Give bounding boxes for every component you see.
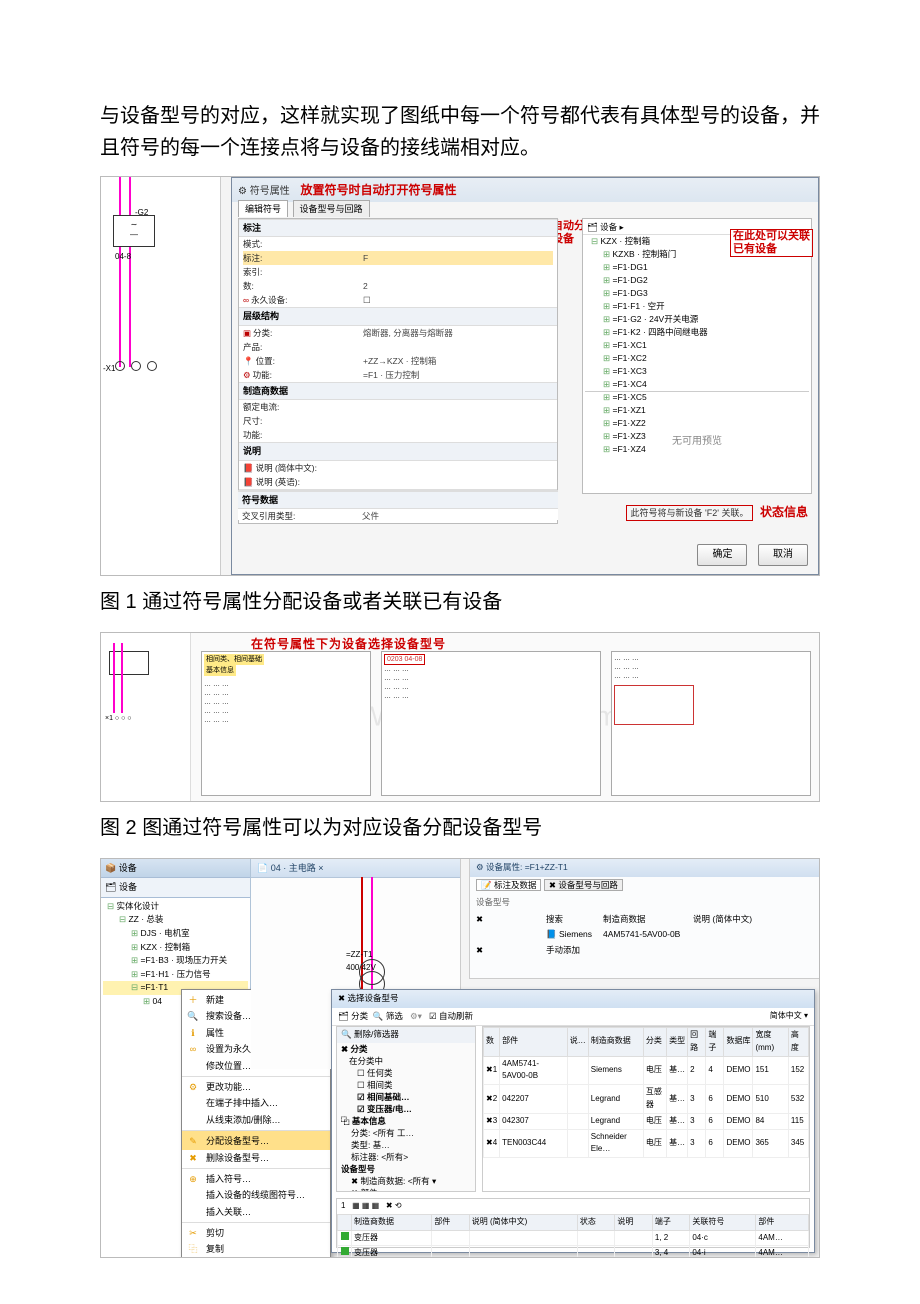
tree-item[interactable]: =F1·DG2 (583, 274, 811, 287)
dialog-title-row: ⚙ 符号属性 放置符号时自动打开符号属性 (238, 180, 457, 200)
filter-field[interactable]: 标注器: <所有> (337, 1151, 475, 1163)
figure-1-caption: 图 1 通过符号属性分配设备或者关联已有设备 (100, 586, 820, 618)
tree-item[interactable]: =F1·XC4 (583, 378, 811, 391)
filter-field[interactable]: ✖ 部件: (337, 1187, 475, 1192)
schematic-x1: -X1 (103, 363, 115, 376)
tree-item[interactable]: =F1·K2 · 四路中间继电器 (583, 326, 811, 339)
table-row[interactable]: ✖4TEN003C44Schneider Ele…电压基…36DEMO36534… (484, 1129, 809, 1158)
filter-field[interactable]: 类型: 基… (337, 1139, 475, 1151)
filter-class-item[interactable]: 相间类 (337, 1079, 475, 1091)
table-row[interactable]: ✖14AM5741-5AV00-0BSiemens电压基…24DEMO15115… (484, 1056, 809, 1085)
tree-item[interactable]: =F1·XC1 (583, 339, 811, 352)
property-grid[interactable]: 标注 模式: 标注:F 索引: 数:2 ∞永久设备:☐ 层级结构 ▣分类:熔断器… (238, 218, 558, 524)
tree-item[interactable]: =F1·DG3 (583, 287, 811, 300)
terminal-dot (131, 361, 141, 371)
wire-line (129, 177, 131, 367)
tree-item[interactable]: =F1·XC2 (583, 352, 811, 365)
tree-item[interactable]: ZZ · 总装 (103, 913, 248, 927)
context-menu-item[interactable]: ⊕插入符号… (182, 1168, 330, 1187)
canvas-tab[interactable]: 📄 04 · 主电路 × (251, 859, 460, 878)
fig2-panel-detail: … … …… … …… … … (611, 651, 811, 796)
dialog-buttons: 确定 取消 (689, 544, 808, 566)
selector-header: ✖ 选择设备型号 (332, 990, 814, 1008)
selection-summary: 1 ▦ ▦ ▦ ✖ ⟲ 制造商数据部件说明 (简体中文)状态说明端子关联符号部件… (336, 1198, 810, 1248)
tab-model-circuit[interactable]: ✖ 设备型号与回路 (544, 879, 623, 891)
symbol-properties-dialog: ⚙ 符号属性 放置符号时自动打开符号属性 编辑符号 设备型号与回路 自动 手动 … (231, 177, 819, 575)
pane-header: 📦 设备 (101, 859, 250, 878)
fig2-panel-list: 0203 04-08 … … …… … …… … …… … … (381, 651, 601, 796)
gear-icon[interactable]: ⚙▾ (410, 1011, 422, 1021)
tree-item[interactable]: =F1·B3 · 现场压力开关 (103, 954, 248, 968)
annotation-associate: 在此处可以关联 已有设备 (730, 229, 813, 257)
schematic-ref: 04-8 (115, 251, 131, 264)
symbol-data-section: 符号数据 交叉引用类型:父件 (238, 490, 558, 520)
tab-device-model[interactable]: 设备型号与回路 (293, 200, 370, 217)
tree-item[interactable]: =F1·G2 · 24V开关电源 (583, 313, 811, 326)
tree-item[interactable]: =F1·F1 · 空开 (583, 300, 811, 313)
tab-annotation-data[interactable]: 📝 标注及数据 (476, 879, 541, 891)
tree-item[interactable]: KZX · 控制箱 (103, 941, 248, 955)
preview-area: 无可用预览 (585, 391, 809, 491)
selector-toolbar: 🗂 分类 🔍 筛选 ⚙▾ 自动刷新 (332, 1008, 814, 1027)
wire-line (119, 177, 121, 367)
figure-2-caption: 图 2 图通过符号属性可以为对应设备分配设备型号 (100, 812, 820, 844)
context-menu-item[interactable]: 插入设备的线缆图符号… (182, 1187, 330, 1203)
table-row[interactable]: ✖3042307Legrand电压基…36DEMO84115 (484, 1113, 809, 1129)
context-menu-item[interactable]: ✂剪切 (182, 1222, 330, 1241)
filter-field[interactable]: 分类: <所有 工… (337, 1127, 475, 1139)
tree-item[interactable]: =F1·DG1 (583, 261, 811, 274)
table-row[interactable]: 变压器1, 204·c4AM… (338, 1230, 809, 1246)
cancel-button[interactable]: 取消 (758, 544, 808, 566)
schematic-area: -G2 ∼— 04-8 -X1 (101, 177, 221, 575)
language-selector[interactable]: 简体中文 ▾ (770, 1010, 808, 1023)
tree-item[interactable]: =F1·XC3 (583, 365, 811, 378)
group-header: 标注 (239, 219, 557, 237)
filter-class-item[interactable]: 相间基础… (337, 1091, 475, 1103)
tab-filter[interactable]: 🔍 筛选 (373, 1011, 403, 1021)
figure-3: 📦 设备 🗂 设备 实体化设计ZZ · 总装DJS · 电机室KZX · 控制箱… (100, 858, 820, 1258)
context-menu-item[interactable]: 在端子排中插入… (182, 1095, 330, 1111)
tab-edit-symbol[interactable]: 编辑符号 (238, 200, 288, 217)
status-row: 此符号将与新设备 'F2' 关联。 状态信息 (626, 503, 808, 522)
terminal-dot (115, 361, 125, 371)
context-menu-item[interactable]: ✖删除设备型号… (182, 1150, 330, 1166)
model-selector-dialog: ✖ 选择设备型号 🗂 分类 🔍 筛选 ⚙▾ 自动刷新 简体中文 ▾ 🔍 删除/筛… (331, 989, 815, 1253)
auto-refresh-checkbox[interactable]: 自动刷新 (429, 1011, 473, 1021)
annotation-title: 放置符号时自动打开符号属性 (301, 183, 457, 197)
group-header: 说明 (239, 442, 557, 460)
context-menu-item[interactable]: 插入关联… (182, 1204, 330, 1220)
tree-item[interactable]: 实体化设计 (103, 900, 248, 914)
figure-2: WWW · bdocx · com ×1 ○ ○ ○ 在符号属性下为设备选择设备… (100, 632, 820, 802)
fig2-schematic: ×1 ○ ○ ○ (101, 633, 191, 801)
filter-panel[interactable]: 🔍 删除/筛选器 ✖ 分类 在分类中 任何类相间类相间基础…变压器/电… ⿻ 基… (336, 1026, 476, 1192)
fig2-panel-properties: 相间类、相间基础 基本信息 … … …… … …… … …… … …… … … (201, 651, 371, 796)
filter-class-item[interactable]: 任何类 (337, 1067, 475, 1079)
group-header: 层级结构 (239, 307, 557, 325)
group-header: 制造商数据 (239, 382, 557, 400)
tree-item[interactable]: DJS · 电机室 (103, 927, 248, 941)
results-table[interactable]: 数部件说…制造商数据分类类型回路端子数据库宽度 (mm)高度✖14AM5741-… (482, 1026, 810, 1192)
tree-item[interactable]: =F1·H1 · 压力信号 (103, 968, 248, 982)
filter-class-item[interactable]: 变压器/电… (337, 1103, 475, 1115)
annotation-status: 状态信息 (760, 505, 808, 519)
terminal-dot (147, 361, 157, 371)
table-row[interactable]: 变压器3, 404·i4AM… (338, 1246, 809, 1258)
context-menu-item[interactable]: ⿻复制 (182, 1241, 330, 1257)
properties-header: ⚙ 设备属性: =F1+ZZ-T1 (470, 859, 819, 877)
body-paragraph: 与设备型号的对应，这样就实现了图纸中每一个符号都代表有具体型号的设备，并且符号的… (100, 100, 820, 164)
ok-button[interactable]: 确定 (697, 544, 747, 566)
device-tree-panel: 🗂 设备 ▸ 在此处可以关联 已有设备 KZX · 控制箱KZXB · 控制箱门… (582, 218, 812, 494)
figure-1: -G2 ∼— 04-8 -X1 ⚙ 符号属性 放置符号时自动打开符号属性 编辑符… (100, 176, 820, 576)
table-row[interactable]: ✖2042207Legrand互感器基…36DEMO510532 (484, 1085, 809, 1114)
dialog-tabs: 编辑符号 设备型号与回路 (238, 200, 372, 217)
context-menu-item[interactable]: ⚙更改功能… (182, 1076, 330, 1095)
tab-classify[interactable]: 🗂 分类 (338, 1011, 368, 1021)
context-menu-item[interactable]: ✎分配设备型号… (182, 1130, 330, 1149)
filter-field[interactable]: ✖ 制造商数据: <所有 ▾ (337, 1175, 475, 1187)
dialog-title: 符号属性 (250, 186, 290, 197)
device-box: ∼— (113, 215, 155, 247)
device-properties-pane: ⚙ 设备属性: =F1+ZZ-T1 📝 标注及数据 ✖ 设备型号与回路 设备型号… (469, 859, 819, 979)
context-menu-item[interactable]: 从线束添加/删除… (182, 1112, 330, 1128)
status-text: 此符号将与新设备 'F2' 关联。 (626, 505, 754, 521)
